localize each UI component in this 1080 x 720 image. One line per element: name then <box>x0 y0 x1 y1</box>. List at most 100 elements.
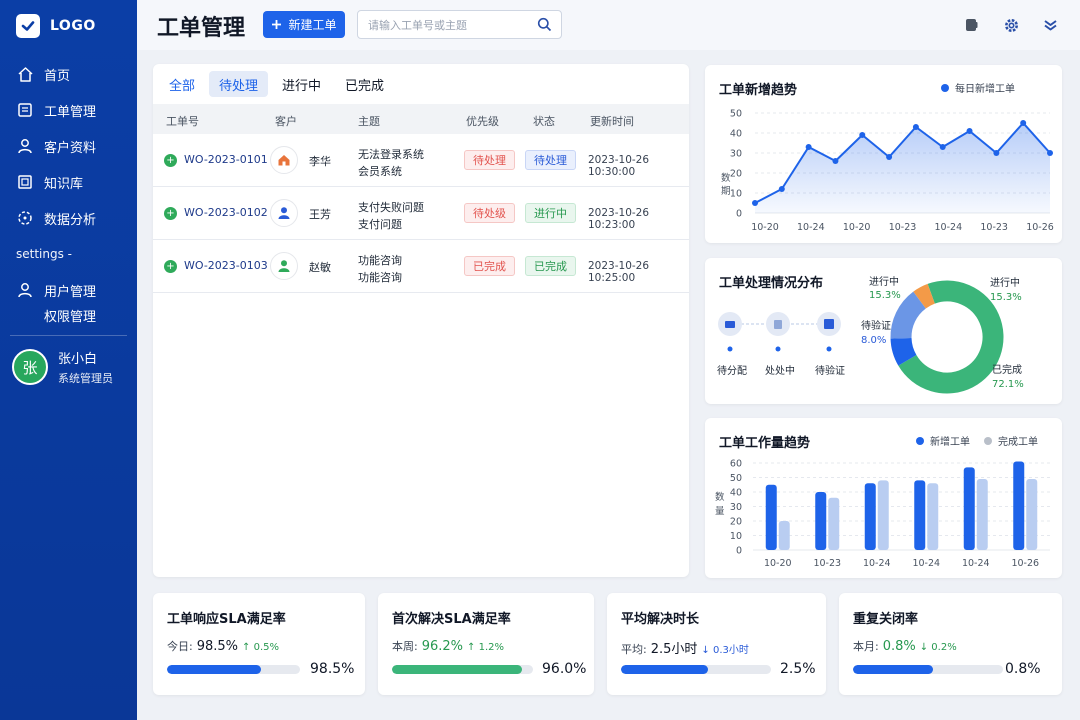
sidebar-section-settings[interactable]: settings - <box>0 236 137 272</box>
gear-icon[interactable] <box>1002 16 1020 34</box>
sidebar-divider <box>10 335 127 336</box>
new-ticket-button[interactable]: 新建工单 <box>263 11 345 38</box>
bar <box>815 492 827 550</box>
subject-category: 会员系统 <box>358 165 402 178</box>
ticket-subject: 功能咨询 功能咨询 <box>358 252 402 286</box>
data-point <box>805 144 812 150</box>
ticket-id[interactable]: WO-2023-0101 <box>184 153 268 166</box>
page-title: 工单管理 <box>157 16 246 41</box>
step-label: 待分配 <box>717 366 747 377</box>
y-tick-label: 30 <box>730 502 742 513</box>
table-header: 工单号 客户 主题 优先级 状态 更新时间 <box>153 104 689 134</box>
table-row[interactable]: + WO-2023-0103 赵敏 功能咨询 功能咨询 已完成 已完成 2023-… <box>153 241 689 293</box>
expand-icon[interactable]: + <box>164 260 177 273</box>
table-row[interactable]: + WO-2023-0101 李华 无法登录系统 会员系统 待处理 待处理 202… <box>153 135 689 187</box>
sidebar-item-home[interactable]: 首页 <box>0 56 137 92</box>
sidebar-item-label: 客户资料 <box>44 140 97 156</box>
user-profile[interactable]: 张 张小白 系统管理员 <box>12 348 113 386</box>
x-tick-label: 10-23 <box>813 558 841 569</box>
sidebar-item-analytics[interactable]: 数据分析 <box>0 200 137 236</box>
y-tick-label: 40 <box>730 488 742 499</box>
donut-slice <box>890 337 917 366</box>
kpi-progress-fill <box>392 665 522 674</box>
status-badge: 待处理 <box>525 150 576 170</box>
slice-percent: 8.0% <box>861 335 887 346</box>
column-header-customer[interactable]: 客户 <box>275 113 297 129</box>
sidebar-item-permissions[interactable]: 权限管理 <box>0 302 137 328</box>
customer-avatar <box>270 252 298 280</box>
distribution-card: 工单处理情况分布 待分配 处处中 待验证 进行中 15.3% 进行中 15.3%… <box>705 258 1062 404</box>
subject-line: 功能咨询 <box>358 254 402 267</box>
sidebar-item-tickets[interactable]: 工单管理 <box>0 92 137 128</box>
y-tick-label: 50 <box>730 109 742 120</box>
layers-icon[interactable] <box>1041 16 1059 34</box>
kpi-delta: ↓ 0.3小时 <box>701 645 749 656</box>
kpi-bar-label: 96.0% <box>542 661 587 677</box>
kpi-period: 本月: <box>853 640 879 653</box>
column-header-id[interactable]: 工单号 <box>166 113 199 129</box>
legend-label: 完成工单 <box>998 437 1038 448</box>
assign-icon <box>725 321 735 328</box>
data-point <box>966 128 973 134</box>
y-tick-label: 20 <box>730 169 742 180</box>
x-tick-label: 10-26 <box>1026 222 1054 233</box>
y-tick-label: 10 <box>730 531 742 542</box>
tab-all[interactable]: 全部 <box>159 71 205 97</box>
kpi-title: 平均解决时长 <box>621 612 700 627</box>
y-axis-label: 数 <box>721 172 731 184</box>
bar <box>1026 478 1038 550</box>
kpi-progress-fill <box>621 665 708 674</box>
verify-icon <box>824 319 834 329</box>
customer-name: 王芳 <box>309 208 331 221</box>
step-dot <box>775 346 781 352</box>
book-icon <box>16 173 34 191</box>
kpi-progress-bar <box>392 665 533 674</box>
data-point <box>1047 150 1053 156</box>
ticket-subject: 支付失败问题 支付问题 <box>358 199 424 233</box>
y-axis-label: 期 <box>721 186 731 197</box>
x-tick-label: 10-24 <box>935 222 963 233</box>
device-icon[interactable] <box>962 16 980 34</box>
customer-name: 李华 <box>309 155 331 168</box>
sidebar-item-customers[interactable]: 客户资料 <box>0 128 137 164</box>
data-point <box>993 150 1000 156</box>
subject-line: 支付失败问题 <box>358 201 424 214</box>
logo[interactable]: LOGO <box>16 14 96 38</box>
table-row[interactable]: + WO-2023-0102 王芳 支付失败问题 支付问题 待处级 进行中 202… <box>153 188 689 240</box>
column-header-updated[interactable]: 更新时间 <box>590 113 634 129</box>
search-input[interactable] <box>368 16 528 34</box>
sidebar-item-knowledge[interactable]: 知识库 <box>0 164 137 200</box>
subject-line: 无法登录系统 <box>358 148 424 161</box>
workload-card: 工单工作量趋势 新增工单 完成工单 0 10 20 30 40 50 60 数量 10-20 10… <box>705 418 1062 578</box>
expand-icon[interactable]: + <box>164 207 177 220</box>
column-header-priority[interactable]: 优先级 <box>466 113 499 129</box>
search-icon[interactable] <box>537 17 552 35</box>
person-icon <box>278 207 290 219</box>
bar <box>963 467 975 550</box>
tab-completed[interactable]: 已完成 <box>335 71 394 97</box>
customer-avatar <box>270 146 298 174</box>
column-header-status[interactable]: 状态 <box>533 113 555 129</box>
ticket-id[interactable]: WO-2023-0103 <box>184 259 268 272</box>
data-point <box>939 144 946 150</box>
kpi-period: 本周: <box>392 640 418 653</box>
bar <box>877 480 889 550</box>
y-tick-label: 20 <box>730 517 742 528</box>
ticket-id[interactable]: WO-2023-0102 <box>184 206 268 219</box>
bar <box>864 483 876 550</box>
y-tick-label: 10 <box>730 189 742 200</box>
y-tick-label: 30 <box>730 149 742 160</box>
expand-icon[interactable]: + <box>164 154 177 167</box>
y-tick-label: 60 <box>730 459 742 470</box>
y-tick-label: 0 <box>736 546 742 557</box>
tab-pending[interactable]: 待处理 <box>209 71 269 97</box>
column-header-subject[interactable]: 主题 <box>358 113 380 129</box>
y-axis-label: 量 <box>715 506 725 517</box>
kpi-summary: 本月: 0.8% ↓ 0.2% <box>853 638 957 654</box>
kpi-value: 2.5小时 <box>650 642 698 657</box>
subject-category: 功能咨询 <box>358 271 402 284</box>
tab-in-progress[interactable]: 进行中 <box>272 71 331 97</box>
new-ticket-label: 新建工单 <box>288 18 337 32</box>
chart-icon <box>16 209 34 227</box>
updated-time: 2023-10-26 10:25:00 <box>588 260 650 284</box>
